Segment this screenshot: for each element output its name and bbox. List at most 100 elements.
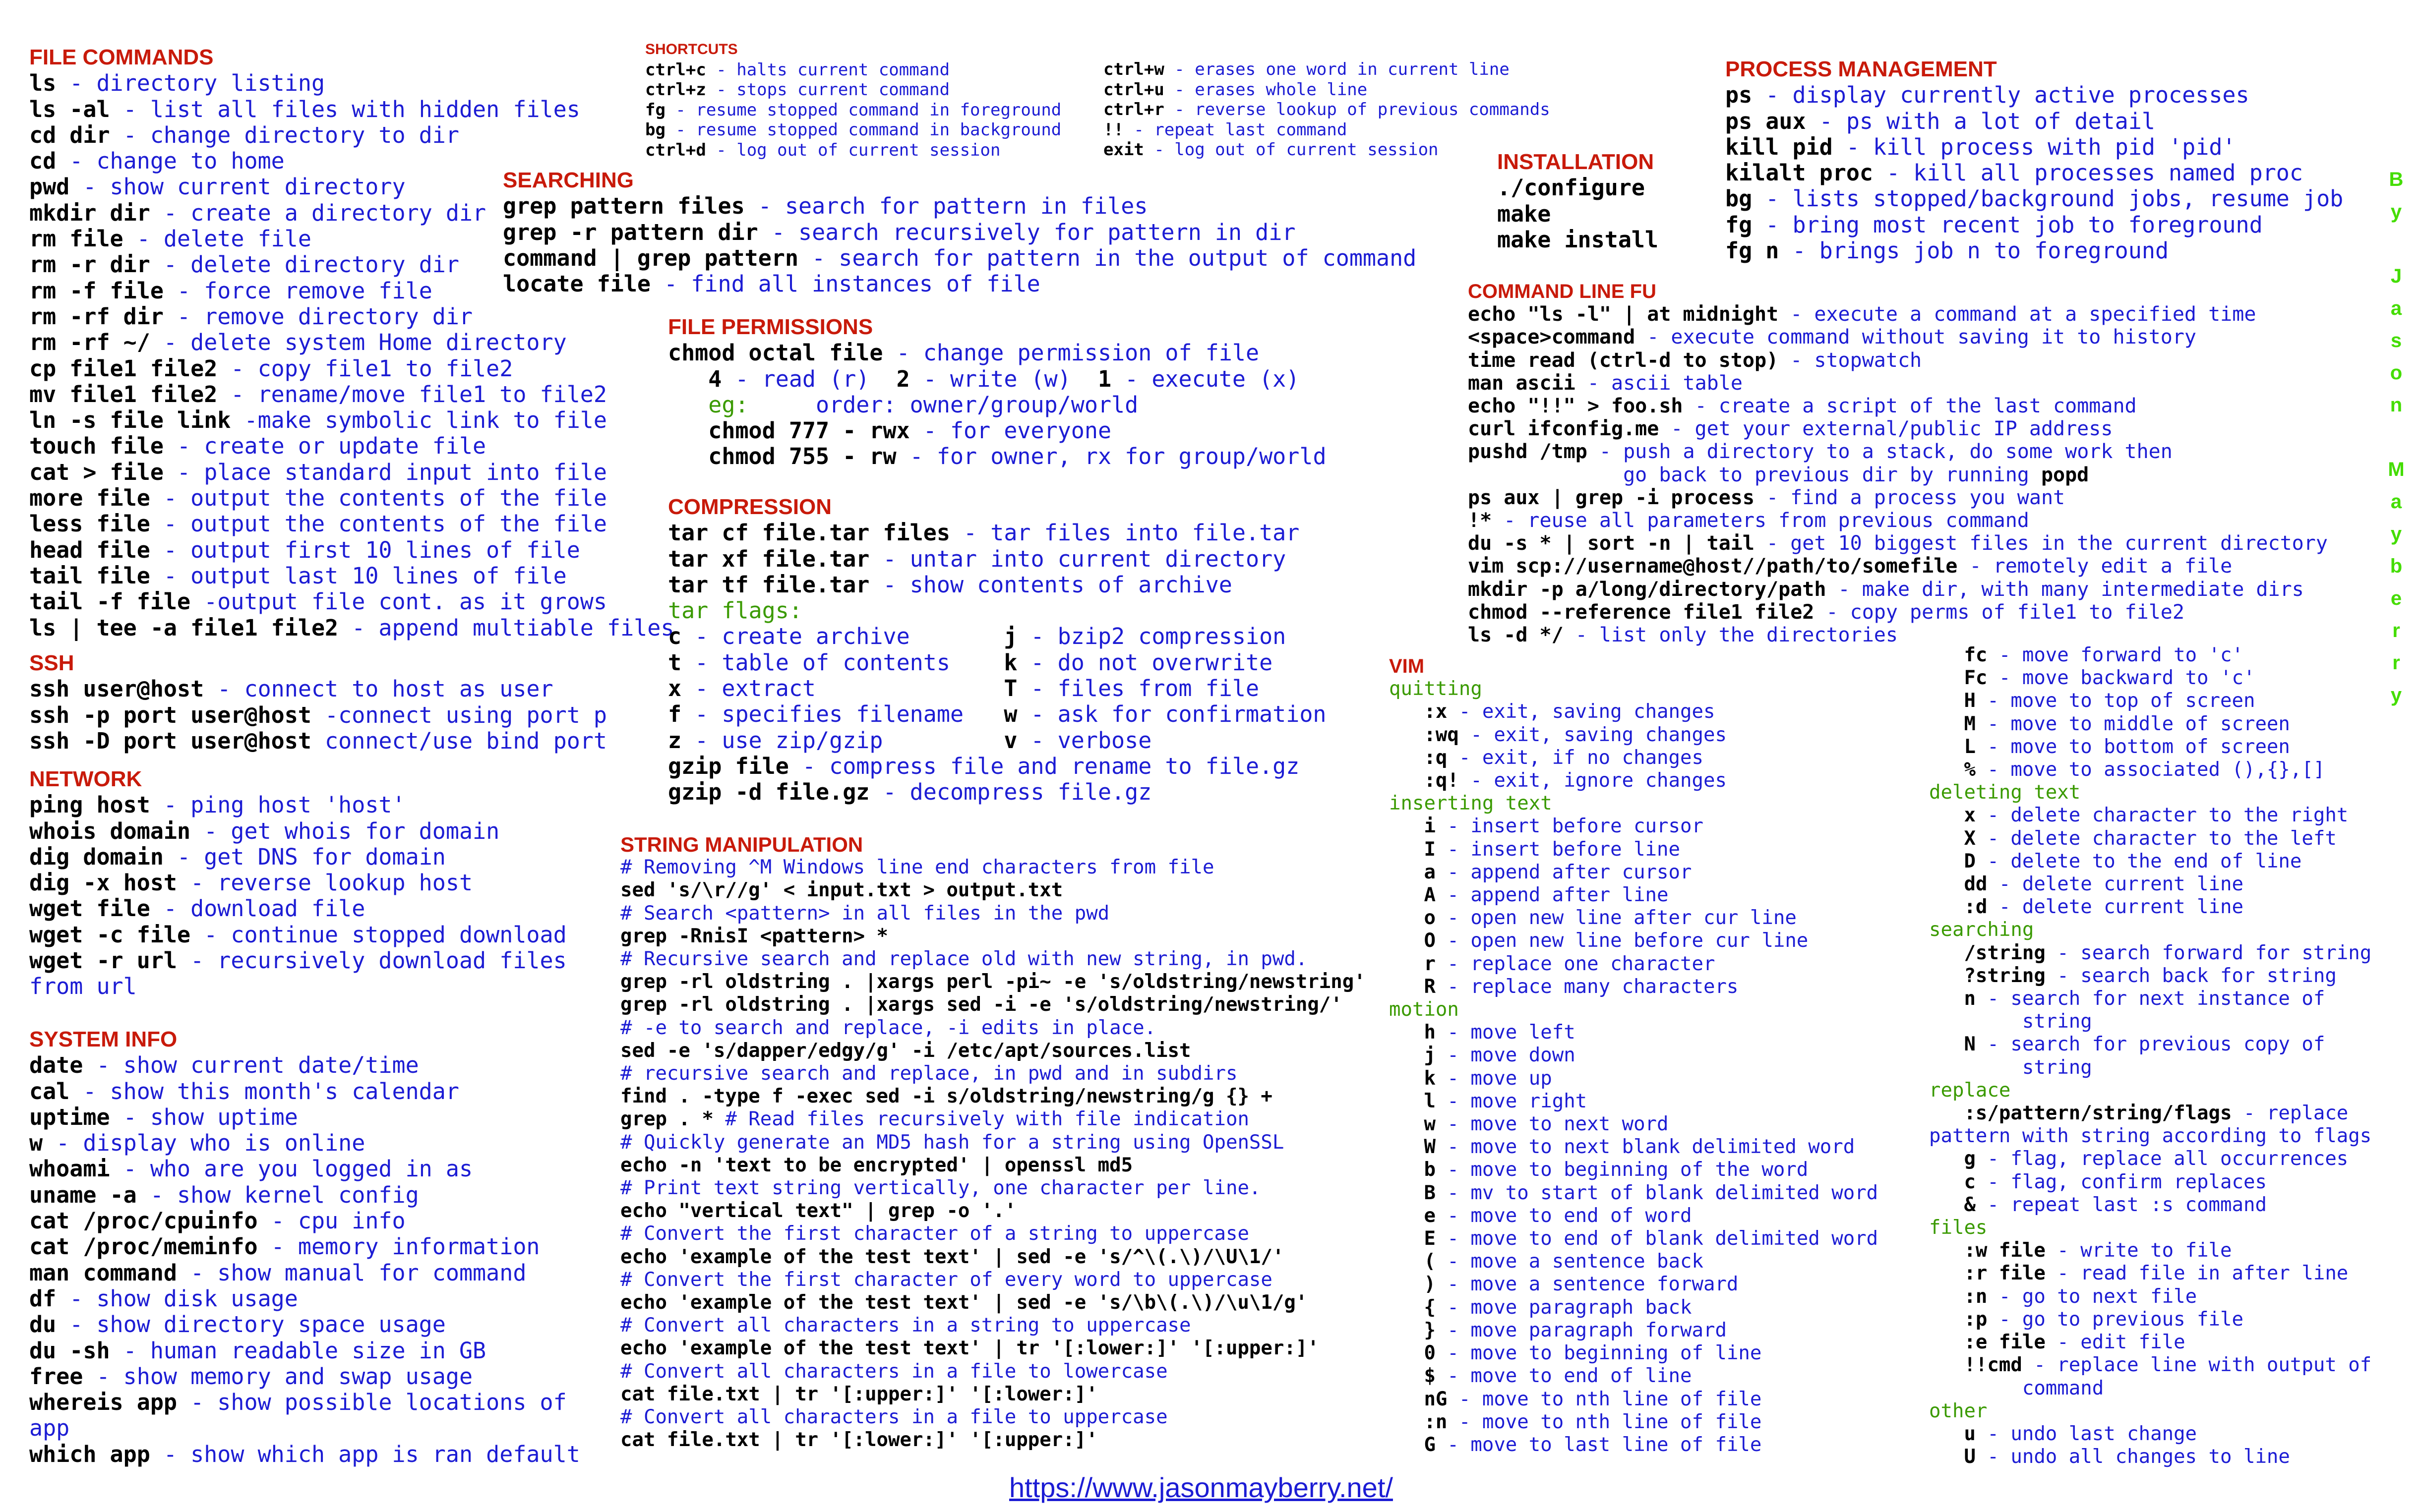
file-permissions-section: FILE PERMISSIONS chmod octal file - chang… — [668, 314, 1327, 470]
cheat-line: u - undo last change — [1929, 1423, 2371, 1446]
command-text: dd — [1929, 873, 1988, 896]
cheat-line: w - move to next word — [1389, 1113, 1878, 1136]
cheat-line: rm -rf ~/ - delete system Home directory — [29, 330, 674, 355]
description-text: - connect to host as user — [204, 676, 553, 702]
command-text: grep -rl oldstring . |xargs perl -pi~ -e… — [620, 971, 1366, 993]
installation-section: INSTALLATION ./configure make make install — [1497, 149, 1658, 253]
cheat-line: U - undo all changes to line — [1929, 1446, 2371, 1468]
description-text: - delete character to the right — [1975, 804, 2349, 827]
description-text: - show current directory — [69, 174, 406, 200]
command-text: cp file1 file2 — [29, 355, 218, 382]
description-text: - move paragraph back — [1435, 1296, 1692, 1319]
description-text: - search for previous copy of — [1975, 1033, 2325, 1056]
command-text: !* — [1468, 509, 1492, 532]
command-text: echo 'example of the test text' | sed -e… — [620, 1291, 1308, 1314]
description-text: - delete directory dir — [150, 251, 459, 278]
cheat-line: echo "vertical text" | grep -o '.' — [620, 1200, 1366, 1222]
cheat-line: locate file - find all instances of file — [503, 271, 1416, 297]
command-text: z — [668, 727, 682, 754]
description-text: - change directory to dir — [110, 121, 459, 148]
cheat-line: W - move to next blank delimited word — [1389, 1136, 1878, 1159]
description-text: - delete to the end of line — [1975, 850, 2302, 872]
command-text: g — [1929, 1148, 1976, 1170]
command-text: :q! — [1389, 769, 1459, 792]
cheat-line: chmod 755 - rw - for owner, rx for group… — [668, 444, 1326, 469]
cheat-line: chmod octal file - change permission of … — [668, 340, 1327, 366]
command-text: nG — [1389, 1388, 1448, 1410]
command-text: c — [1929, 1170, 1976, 1193]
category-label: quitting — [1389, 678, 1482, 700]
cheat-line: <space>command - execute command without… — [1468, 326, 2328, 349]
cheat-line: ls -d */ - list only the directories — [1468, 624, 2328, 646]
ssh-section: SSH ssh user@host - connect to host as us… — [29, 650, 607, 754]
cheat-line: ?string - search back for string — [1929, 965, 2371, 988]
description-text: - write (w) — [909, 365, 1098, 392]
cheat-line: ssh user@host - connect to host as user — [29, 676, 607, 702]
description-text: - brings job n to foreground — [1779, 237, 2169, 264]
command-text: wget -c file — [29, 921, 191, 948]
description-text: - erases one word in current line — [1164, 59, 1510, 79]
command-text: :w file — [1929, 1239, 2046, 1262]
searching-section: SEARCHING grep pattern files - search for… — [503, 168, 1416, 297]
signature-letter: a — [2390, 491, 2402, 513]
description-text: - delete current line — [1987, 873, 2243, 896]
command-text: pushd /tmp — [1468, 440, 1587, 464]
description-text: - remove directory dir — [163, 303, 473, 330]
description-text: - go to next file — [1987, 1285, 2197, 1308]
cheat-line: :p - go to previous file — [1929, 1308, 2371, 1331]
cheat-line: h - move left — [1389, 1021, 1878, 1044]
cheat-line: fg - resume stopped command in foregroun… — [645, 100, 1061, 120]
command-text: j — [1389, 1044, 1436, 1067]
command-text: ls -d */ — [1468, 624, 1564, 647]
description-text: - create or update file — [163, 433, 486, 460]
signature-letter: a — [2390, 297, 2402, 319]
description-text: - remotely edit a file — [1957, 555, 2233, 578]
section-title: INSTALLATION — [1497, 150, 1654, 174]
command-text: grep pattern files — [503, 193, 745, 220]
command-text: ( — [1389, 1250, 1436, 1273]
command-text: O — [1389, 930, 1436, 952]
command-text: tail -f file — [29, 588, 191, 615]
cheat-line: touch file - create or update file — [29, 433, 674, 459]
description-text: - move forward to 'c' — [1987, 644, 2243, 666]
command-text: find . -type f -exec sed -i s/oldstring/… — [620, 1085, 1272, 1108]
cheat-line: ssh -D port user@host connect/use bind p… — [29, 728, 607, 754]
description-text: - rename/move file1 to file2 — [217, 381, 607, 407]
cheat-line: # Convert all characters in a file to up… — [620, 1406, 1366, 1429]
website-link[interactable]: https://www.jasonmayberry.net/ — [1009, 1471, 1393, 1504]
description-text: - change to home — [56, 148, 285, 174]
command-text: echo "ls -l" | at midnight — [1468, 303, 1779, 326]
command-text: uptime — [29, 1104, 110, 1130]
command-text: ssh user@host — [29, 676, 204, 702]
command-text: which app — [29, 1441, 150, 1467]
cheat-line: z - use zip/gzip v - verbose — [668, 727, 1327, 754]
cheat-line: dig domain - get DNS for domain — [29, 844, 567, 870]
command-text: cat file.txt | tr '[:lower:]' '[:upper:]… — [620, 1429, 1098, 1452]
command-text: ctrl+u — [1103, 79, 1164, 100]
description-text: # recursive search and replace, in pwd a… — [620, 1062, 1238, 1085]
signature-letter: J — [2390, 265, 2402, 287]
cheat-line: whois domain - get whois for domain — [29, 818, 567, 844]
cheat-line: # recursive search and replace, in pwd a… — [620, 1062, 1366, 1085]
description-text: - reverse lookup host — [177, 870, 473, 896]
cheat-line: eg: order: owner/group/world — [668, 392, 1327, 418]
command-text: ln -s file link — [29, 407, 231, 434]
command-text: 1 — [1097, 365, 1112, 392]
command-text: du -sh — [29, 1337, 110, 1364]
command-text: W — [1389, 1136, 1436, 1159]
command-text: echo -n 'text to be encrypted' | openssl… — [620, 1154, 1133, 1176]
command-text: popd — [2041, 463, 2089, 486]
cheat-line: n - search for next instance of — [1929, 988, 2371, 1010]
shortcuts-section-right: ctrl+w - erases one word in current line… — [1103, 59, 1550, 160]
description-text: - table of contents — [681, 649, 1004, 676]
command-line-fu-section: COMMAND LINE FU echo "ls -l" | at midnigh… — [1468, 280, 2328, 646]
compression-section: COMPRESSION tar cf file.tar files - tar f… — [668, 494, 1327, 806]
cheat-line: # Convert all characters in a string to … — [620, 1314, 1366, 1337]
description-text: # Convert the first character of every w… — [620, 1268, 1272, 1291]
cheat-line: i - insert before cursor — [1389, 815, 1878, 838]
command-text: b — [1389, 1159, 1436, 1181]
description-text: - move to next word — [1435, 1113, 1669, 1136]
cheat-line: b - move to beginning of the word — [1389, 1159, 1878, 1181]
description-text: - exit, saving changes — [1458, 723, 1727, 746]
description-text: - search for pattern in the output of co… — [798, 244, 1417, 271]
